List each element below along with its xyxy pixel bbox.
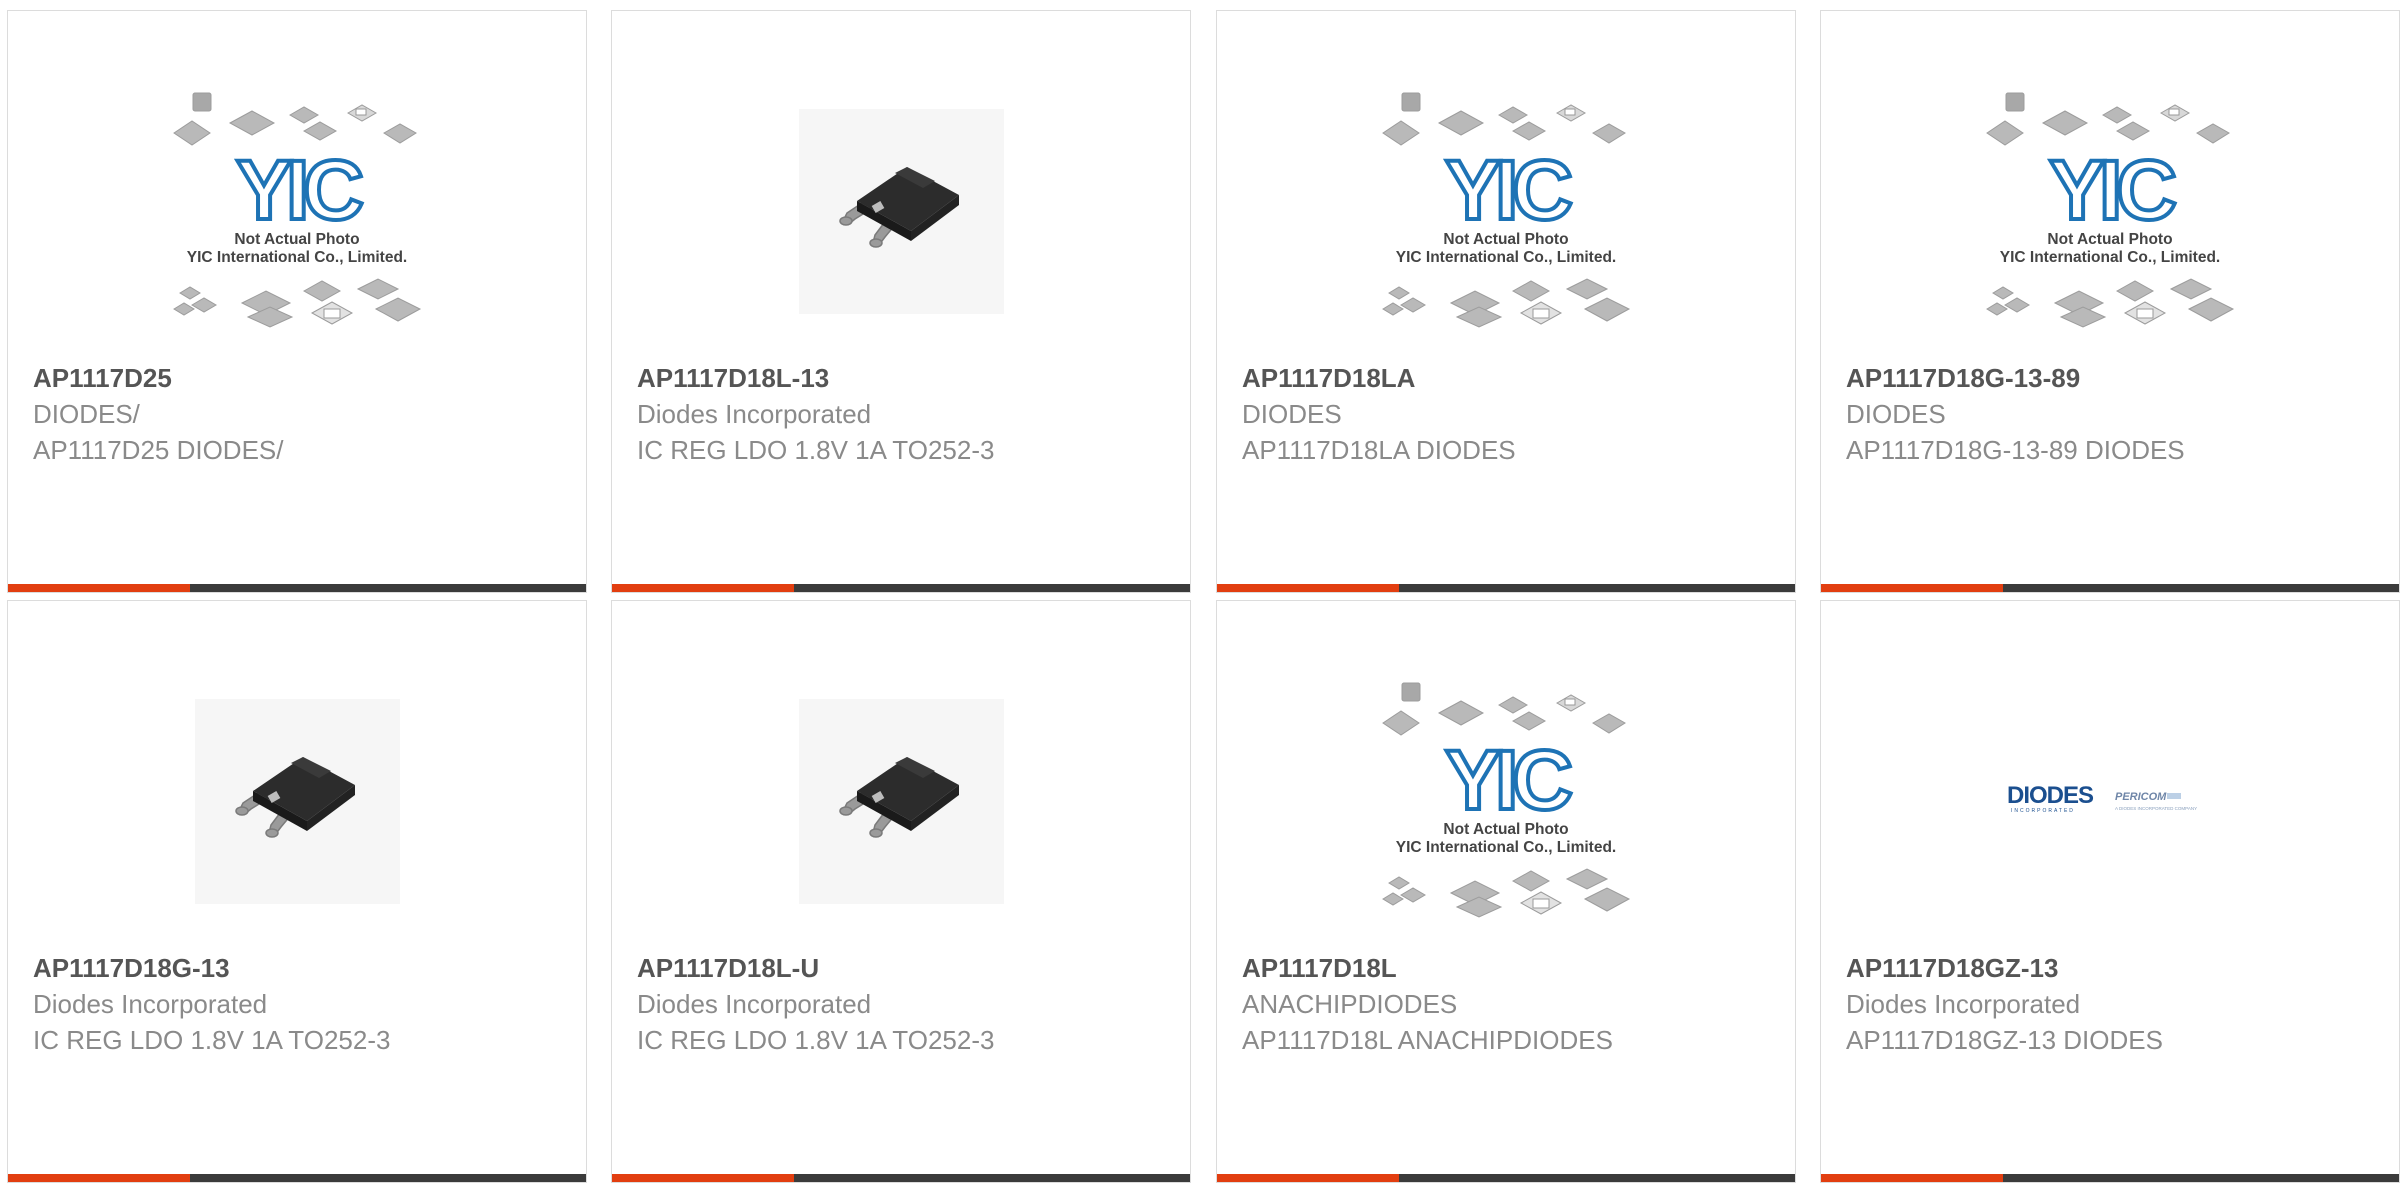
description-text: IC REG LDO 1.8V 1A TO252-3 <box>637 1025 995 1055</box>
card-footer-bar <box>1821 1174 2399 1182</box>
card-footer-bar <box>8 584 586 592</box>
manufacturer-text: Diodes Incorporated <box>1846 989 2081 1019</box>
card-footer-bar <box>8 1174 586 1182</box>
product-image[interactable] <box>8 656 586 946</box>
product-info: AP1117D18LA DIODES AP1117D18LA DIODES <box>1242 360 1775 468</box>
card-accent-bar <box>1821 584 2003 592</box>
part-number-link[interactable]: AP1117D25 <box>33 360 566 396</box>
not-actual-photo-icon: YIC Not Actual Photo YIC International C… <box>1986 92 2235 328</box>
not-actual-photo-text: Not Actual Photo <box>1443 231 1568 248</box>
part-number-link[interactable]: AP1117D18L-13 <box>637 360 1170 396</box>
product-image[interactable]: YIC Not Actual Photo YIC International C… <box>8 66 586 356</box>
product-card[interactable]: AP1117D18L-13 Diodes Incorporated IC REG L… <box>611 10 1191 593</box>
not-actual-photo-icon: YIC Not Actual Photo YIC International C… <box>1382 682 1631 918</box>
card-accent-bar <box>612 584 794 592</box>
card-accent-bar <box>8 584 190 592</box>
product-image[interactable]: YIC Not Actual Photo YIC International C… <box>1821 66 2399 356</box>
product-card[interactable]: DIODES INCORPORATED PERICOM A DIODES INC… <box>1820 600 2400 1183</box>
not-actual-photo-text: Not Actual Photo <box>2047 231 2172 248</box>
part-number-link[interactable]: AP1117D18G-13-89 <box>1846 360 2379 396</box>
product-info: AP1117D18L ANACHIPDIODES AP1117D18L ANACHI… <box>1242 950 1775 1058</box>
card-accent-bar <box>1821 1174 2003 1182</box>
card-accent-bar <box>1217 1174 1399 1182</box>
manufacturer-text: Diodes Incorporated <box>33 989 268 1019</box>
yic-logo: YIC <box>1445 143 1571 237</box>
card-footer-bar <box>1217 1174 1795 1182</box>
description-text: IC REG LDO 1.8V 1A TO252-3 <box>33 1025 391 1055</box>
product-image[interactable]: YIC Not Actual Photo YIC International C… <box>1217 656 1795 946</box>
manufacturer-text: DIODES/ <box>33 399 140 429</box>
manufacturer-text: Diodes Incorporated <box>637 989 872 1019</box>
product-image[interactable]: YIC Not Actual Photo YIC International C… <box>1217 66 1795 356</box>
product-card[interactable]: YIC Not Actual Photo YIC International C… <box>1820 10 2400 593</box>
card-footer-bar <box>612 584 1190 592</box>
part-number-link[interactable]: AP1117D18LA <box>1242 360 1775 396</box>
product-info: AP1117D18G-13-89 DIODES AP1117D18G-13-89 D… <box>1846 360 2379 468</box>
yic-company-text: YIC International Co., Limited. <box>187 249 407 266</box>
card-accent-bar <box>8 1174 190 1182</box>
part-number-link[interactable]: AP1117D18G-13 <box>33 950 566 986</box>
product-image[interactable]: DIODES INCORPORATED PERICOM A DIODES INC… <box>1821 656 2399 946</box>
svg-text:A DIODES INCORPORATED COMPANY: A DIODES INCORPORATED COMPANY <box>2115 806 2197 811</box>
description-text: AP1117D18LA DIODES <box>1242 435 1516 465</box>
part-number-link[interactable]: AP1117D18L-U <box>637 950 1170 986</box>
description-text: AP1117D18G-13-89 DIODES <box>1846 435 2185 465</box>
not-actual-photo-text: Not Actual Photo <box>1443 821 1568 838</box>
manufacturer-text: DIODES <box>1242 399 1342 429</box>
not-actual-photo-icon: YIC Not Actual Photo YIC International C… <box>173 92 422 328</box>
diodes-logo-icon: DIODES INCORPORATED PERICOM A DIODES INC… <box>2007 782 2197 814</box>
yic-company-text: YIC International Co., Limited. <box>2000 249 2220 266</box>
manufacturer-text: Diodes Incorporated <box>637 399 872 429</box>
description-text: AP1117D25 DIODES/ <box>33 435 284 465</box>
product-info: AP1117D18L-U Diodes Incorporated IC REG LD… <box>637 950 1170 1058</box>
part-number-link[interactable]: AP1117D18GZ-13 <box>1846 950 2379 986</box>
description-text: AP1117D18L ANACHIPDIODES <box>1242 1025 1613 1055</box>
not-actual-photo-icon: YIC Not Actual Photo YIC International C… <box>1382 92 1631 328</box>
svg-text:INCORPORATED: INCORPORATED <box>2011 808 2075 814</box>
product-grid: YIC Not Actual Photo YIC International C… <box>0 0 2400 1183</box>
product-info: AP1117D18GZ-13 Diodes Incorporated AP1117D… <box>1846 950 2379 1058</box>
description-text: AP1117D18GZ-13 DIODES <box>1846 1025 2163 1055</box>
yic-company-text: YIC International Co., Limited. <box>1396 839 1616 856</box>
card-accent-bar <box>612 1174 794 1182</box>
product-card[interactable]: AP1117D18L-U Diodes Incorporated IC REG LD… <box>611 600 1191 1183</box>
yic-company-text: YIC International Co., Limited. <box>1396 249 1616 266</box>
to252-package-icon <box>798 108 1004 314</box>
card-footer-bar <box>1821 584 2399 592</box>
product-image[interactable] <box>612 656 1190 946</box>
yic-logo: YIC <box>1445 733 1571 827</box>
product-card[interactable]: YIC Not Actual Photo YIC International C… <box>1216 600 1796 1183</box>
product-card[interactable]: AP1117D18G-13 Diodes Incorporated IC REG L… <box>7 600 587 1183</box>
product-info: AP1117D18G-13 Diodes Incorporated IC REG L… <box>33 950 566 1058</box>
product-info: AP1117D25 DIODES/AP1117D25 DIODES/ <box>33 360 566 468</box>
product-image[interactable] <box>612 66 1190 356</box>
to252-package-icon <box>194 698 400 904</box>
card-footer-bar <box>1217 584 1795 592</box>
to252-package-icon <box>798 698 1004 904</box>
product-info: AP1117D18L-13 Diodes Incorporated IC REG L… <box>637 360 1170 468</box>
product-card[interactable]: YIC Not Actual Photo YIC International C… <box>1216 10 1796 593</box>
yic-logo: YIC <box>236 143 362 237</box>
product-card[interactable]: YIC Not Actual Photo YIC International C… <box>7 10 587 593</box>
manufacturer-text: ANACHIPDIODES <box>1242 989 1458 1019</box>
yic-logo: YIC <box>2049 143 2175 237</box>
description-text: IC REG LDO 1.8V 1A TO252-3 <box>637 435 995 465</box>
part-number-link[interactable]: AP1117D18L <box>1242 950 1775 986</box>
svg-text:DIODES: DIODES <box>2007 782 2094 809</box>
not-actual-photo-text: Not Actual Photo <box>234 231 359 248</box>
svg-text:PERICOM: PERICOM <box>2115 791 2167 803</box>
card-accent-bar <box>1217 584 1399 592</box>
card-footer-bar <box>612 1174 1190 1182</box>
manufacturer-text: DIODES <box>1846 399 1946 429</box>
